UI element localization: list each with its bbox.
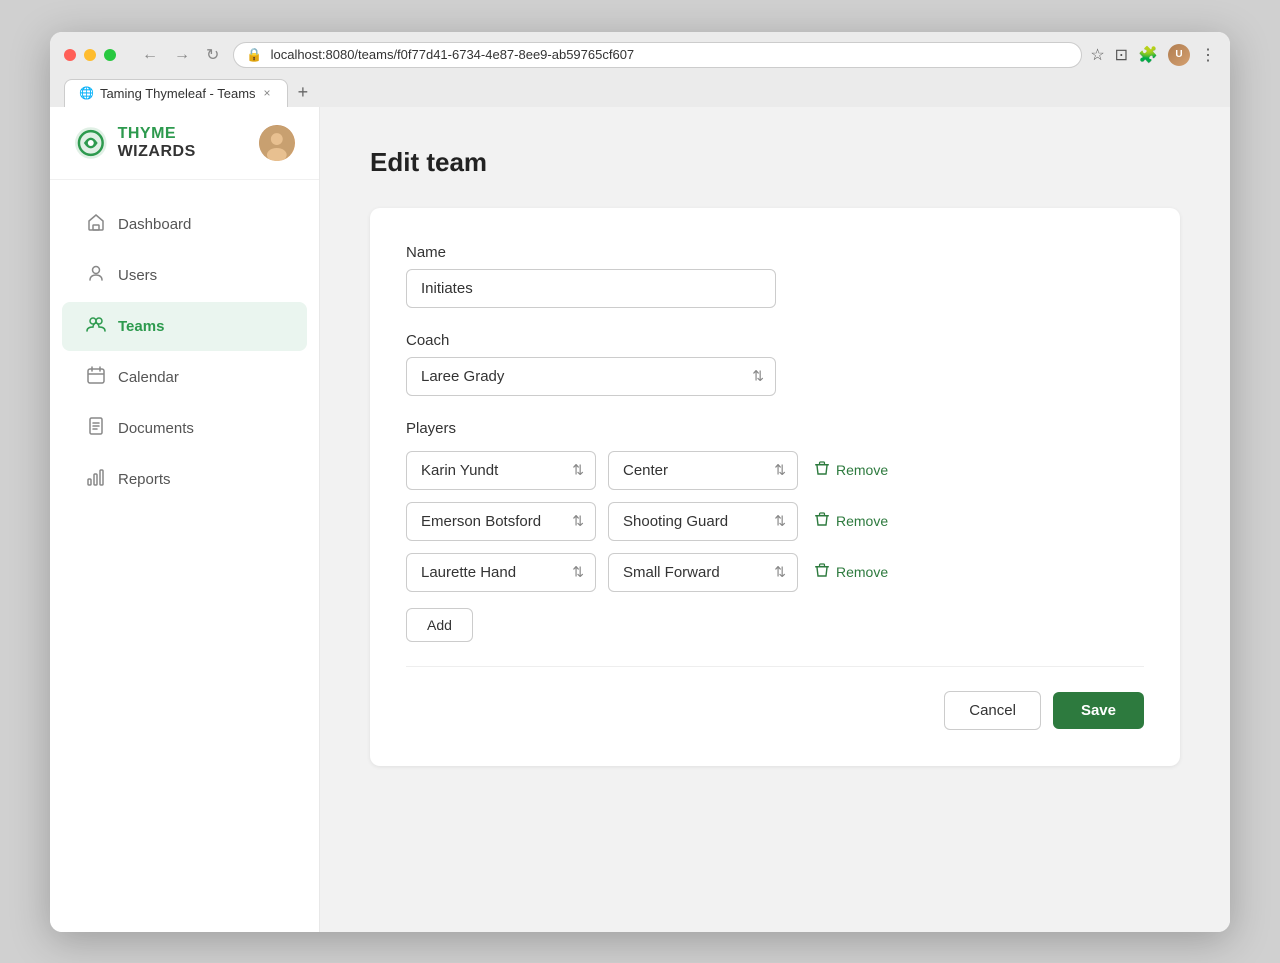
documents-icon bbox=[86, 416, 106, 441]
sidebar-item-users-label: Users bbox=[118, 267, 157, 284]
add-player-button[interactable]: Add bbox=[406, 608, 473, 642]
position-1-select-wrapper: Center ⇅ bbox=[608, 451, 798, 490]
trash-2-icon bbox=[814, 511, 830, 532]
tab-search-icon[interactable]: ⊡ bbox=[1115, 45, 1128, 65]
sidebar-item-documents-label: Documents bbox=[118, 420, 194, 437]
sidebar-item-users[interactable]: Users bbox=[62, 251, 307, 300]
sidebar-item-calendar[interactable]: Calendar bbox=[62, 353, 307, 402]
active-tab[interactable]: 🌐 Taming Thymeleaf - Teams × bbox=[64, 79, 288, 107]
teams-icon bbox=[86, 314, 106, 339]
player-row: Emerson Botsford ⇅ Shooting Guard ⇅ bbox=[406, 502, 1144, 541]
trash-1-icon bbox=[814, 460, 830, 481]
sidebar-item-teams-label: Teams bbox=[118, 318, 164, 335]
sidebar-item-documents[interactable]: Documents bbox=[62, 404, 307, 453]
save-button[interactable]: Save bbox=[1053, 692, 1144, 729]
new-tab-button[interactable]: + bbox=[290, 78, 317, 107]
browser-tabs: 🌐 Taming Thymeleaf - Teams × + bbox=[64, 78, 1216, 107]
sidebar-user-avatar[interactable] bbox=[259, 125, 295, 161]
reload-button[interactable]: ↻ bbox=[200, 43, 225, 67]
logo-wizards: WIZARDS bbox=[118, 143, 196, 160]
user-avatar-image bbox=[259, 125, 295, 161]
users-icon bbox=[86, 263, 106, 288]
position-1-select[interactable]: Center bbox=[608, 451, 798, 490]
player-row: Karin Yundt ⇅ Center ⇅ bbox=[406, 451, 1144, 490]
players-label: Players bbox=[406, 420, 1144, 437]
sidebar-item-reports-label: Reports bbox=[118, 471, 171, 488]
calendar-icon bbox=[86, 365, 106, 390]
extensions-icon[interactable]: 🧩 bbox=[1138, 45, 1158, 65]
address-bar-wrapper: 🔒 bbox=[233, 42, 1082, 68]
remove-1-label: Remove bbox=[836, 462, 888, 478]
player-2-select[interactable]: Emerson Botsford bbox=[406, 502, 596, 541]
browser-action-icons: ☆ ⊡ 🧩 U ⋮ bbox=[1090, 44, 1216, 66]
position-2-select-wrapper: Shooting Guard ⇅ bbox=[608, 502, 798, 541]
players-group: Players Karin Yundt ⇅ Center bbox=[406, 420, 1144, 642]
tab-favicon: 🌐 bbox=[79, 86, 94, 100]
tab-title: Taming Thymeleaf - Teams bbox=[100, 86, 256, 101]
tab-close-button[interactable]: × bbox=[262, 86, 273, 100]
form-divider bbox=[406, 666, 1144, 667]
sidebar-item-reports[interactable]: Reports bbox=[62, 455, 307, 504]
sidebar-item-calendar-label: Calendar bbox=[118, 369, 179, 386]
reports-icon bbox=[86, 467, 106, 492]
player-3-select-wrapper: Laurette Hand ⇅ bbox=[406, 553, 596, 592]
position-2-select[interactable]: Shooting Guard bbox=[608, 502, 798, 541]
sidebar-item-teams[interactable]: Teams bbox=[62, 302, 307, 351]
coach-label: Coach bbox=[406, 332, 1144, 349]
position-3-select-wrapper: Small Forward ⇅ bbox=[608, 553, 798, 592]
browser-chrome: ← → ↻ 🔒 ☆ ⊡ 🧩 U ⋮ 🌐 Taming Thymeleaf - T… bbox=[50, 32, 1230, 107]
trash-3-icon bbox=[814, 562, 830, 583]
sidebar-item-dashboard[interactable]: Dashboard bbox=[62, 200, 307, 249]
coach-select-wrapper: Laree Grady ⇅ bbox=[406, 357, 776, 396]
logo-thyme: THYME bbox=[118, 125, 177, 142]
back-button[interactable]: ← bbox=[136, 43, 164, 67]
player-1-select[interactable]: Karin Yundt bbox=[406, 451, 596, 490]
sidebar: THYME WIZARDS bbox=[50, 107, 320, 932]
player-2-select-wrapper: Emerson Botsford ⇅ bbox=[406, 502, 596, 541]
form-actions: Cancel Save bbox=[406, 691, 1144, 730]
forward-button[interactable]: → bbox=[168, 43, 196, 67]
sidebar-item-dashboard-label: Dashboard bbox=[118, 216, 191, 233]
edit-team-form-card: Name Coach Laree Grady ⇅ Players bbox=[370, 208, 1180, 766]
main-content: Edit team Name Coach Laree Grady ⇅ bbox=[320, 107, 1230, 932]
remove-player-3-button[interactable]: Remove bbox=[810, 556, 892, 589]
logo-icon bbox=[74, 126, 108, 160]
remove-player-1-button[interactable]: Remove bbox=[810, 454, 892, 487]
name-label: Name bbox=[406, 244, 1144, 261]
maximize-traffic-light[interactable] bbox=[104, 49, 116, 61]
remove-3-label: Remove bbox=[836, 564, 888, 580]
page-title: Edit team bbox=[370, 147, 1180, 178]
menu-icon[interactable]: ⋮ bbox=[1200, 45, 1216, 65]
browser-window: ← → ↻ 🔒 ☆ ⊡ 🧩 U ⋮ 🌐 Taming Thymeleaf - T… bbox=[50, 32, 1230, 932]
cancel-button[interactable]: Cancel bbox=[944, 691, 1041, 730]
position-3-select[interactable]: Small Forward bbox=[608, 553, 798, 592]
sidebar-nav: Dashboard Users Teams bbox=[50, 180, 319, 932]
remove-2-label: Remove bbox=[836, 513, 888, 529]
name-input[interactable] bbox=[406, 269, 776, 308]
browser-nav-buttons: ← → ↻ bbox=[136, 43, 225, 67]
browser-controls: ← → ↻ 🔒 ☆ ⊡ 🧩 U ⋮ bbox=[64, 42, 1216, 68]
minimize-traffic-light[interactable] bbox=[84, 49, 96, 61]
logo-area: THYME WIZARDS bbox=[74, 125, 259, 161]
home-icon bbox=[86, 212, 106, 237]
address-bar[interactable] bbox=[271, 47, 1070, 62]
coach-select[interactable]: Laree Grady bbox=[406, 357, 776, 396]
app-layout: THYME WIZARDS bbox=[50, 107, 1230, 932]
player-1-select-wrapper: Karin Yundt ⇅ bbox=[406, 451, 596, 490]
player-row: Laurette Hand ⇅ Small Forward ⇅ bbox=[406, 553, 1144, 592]
coach-field-group: Coach Laree Grady ⇅ bbox=[406, 332, 1144, 396]
browser-user-avatar[interactable]: U bbox=[1168, 44, 1190, 66]
sidebar-header: THYME WIZARDS bbox=[50, 107, 319, 180]
name-field-group: Name bbox=[406, 244, 1144, 308]
remove-player-2-button[interactable]: Remove bbox=[810, 505, 892, 538]
lock-icon: 🔒 bbox=[246, 47, 262, 63]
logo-text: THYME WIZARDS bbox=[118, 125, 260, 161]
bookmark-icon[interactable]: ☆ bbox=[1090, 45, 1104, 65]
close-traffic-light[interactable] bbox=[64, 49, 76, 61]
player-3-select[interactable]: Laurette Hand bbox=[406, 553, 596, 592]
